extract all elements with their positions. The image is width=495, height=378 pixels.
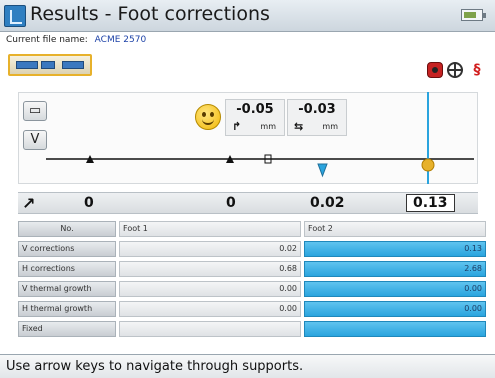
table-row[interactable]: H thermal growth 0.00 0.00 bbox=[18, 300, 490, 319]
table-header-row: No. Foot 1 Foot 2 bbox=[18, 220, 490, 239]
foot-value-selected[interactable]: 0.13 bbox=[406, 194, 455, 212]
machine-train-button[interactable] bbox=[8, 54, 92, 76]
foot-value-1: 0 bbox=[226, 195, 236, 211]
foot-value-2: 0.02 bbox=[310, 195, 345, 211]
foot-1-cell: 0.00 bbox=[119, 301, 301, 317]
header-foot-2: Foot 2 bbox=[304, 221, 486, 237]
table-row[interactable]: V thermal growth 0.00 0.00 bbox=[18, 280, 490, 299]
thermal-icon: § bbox=[473, 62, 481, 78]
machine-2-icon bbox=[62, 61, 84, 69]
coupling-icon bbox=[41, 61, 55, 69]
foot-2-icon bbox=[421, 158, 435, 172]
row-label: H corrections bbox=[18, 261, 116, 277]
shaft-diagram bbox=[46, 92, 474, 184]
foot-1-cell: 0.68 bbox=[119, 261, 301, 277]
header-no: No. bbox=[18, 221, 116, 237]
row-label: V corrections bbox=[18, 241, 116, 257]
foot-2-cell: 0.00 bbox=[304, 301, 486, 317]
file-name-value: ACME 2570 bbox=[94, 35, 147, 45]
foot-1-cell: 0.00 bbox=[119, 281, 301, 297]
battery-icon bbox=[461, 9, 486, 21]
row-label: H thermal growth bbox=[18, 301, 116, 317]
foot-1-cell bbox=[119, 321, 301, 337]
row-label: Fixed bbox=[18, 321, 116, 337]
foot-2-cell bbox=[304, 321, 486, 337]
foot-2-cell: 2.68 bbox=[304, 261, 486, 277]
title-bar: Results - Foot corrections bbox=[0, 0, 495, 32]
table-row[interactable]: H corrections 0.68 2.68 bbox=[18, 260, 490, 279]
status-bar: Use arrow keys to navigate through suppo… bbox=[0, 354, 495, 378]
foot-2-cell: 0.13 bbox=[304, 241, 486, 257]
correction-arrow-icon: ↗ bbox=[22, 194, 36, 213]
file-name-line: Current file name: ACME 2570 bbox=[6, 35, 146, 45]
header-foot-1: Foot 1 bbox=[119, 221, 301, 237]
foot-value-0: 0 bbox=[84, 195, 94, 211]
target-icon bbox=[447, 62, 463, 78]
foot-1-cell: 0.02 bbox=[119, 241, 301, 257]
table-row[interactable]: Fixed bbox=[18, 320, 490, 339]
foot-2-cell: 0.00 bbox=[304, 281, 486, 297]
app-icon bbox=[4, 5, 26, 27]
foot-values-row: ↗ 0 0 0.02 0.13 bbox=[18, 192, 478, 214]
status-message: Use arrow keys to navigate through suppo… bbox=[6, 359, 304, 374]
sensor-icon bbox=[427, 62, 443, 78]
foot-1-icon bbox=[317, 163, 328, 178]
machine-1-icon bbox=[16, 61, 38, 69]
row-label: V thermal growth bbox=[18, 281, 116, 297]
file-name-label: Current file name: bbox=[6, 35, 88, 45]
window-title: Results - Foot corrections bbox=[30, 3, 270, 25]
table-row[interactable]: V corrections 0.02 0.13 bbox=[18, 240, 490, 259]
